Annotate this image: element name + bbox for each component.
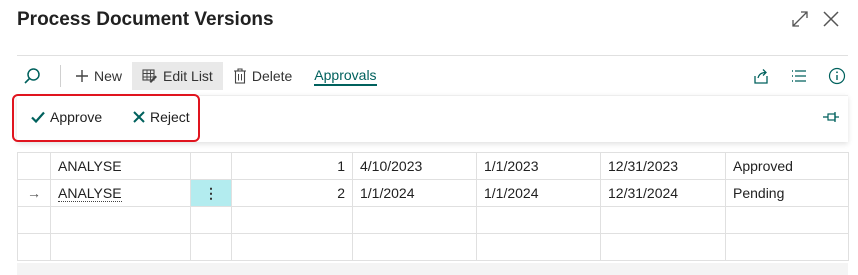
share-icon[interactable] [750, 65, 772, 87]
toolbar-separator [60, 65, 61, 87]
trash-icon [233, 68, 247, 84]
grid-footer [17, 263, 848, 275]
close-icon[interactable] [820, 8, 842, 30]
empty-row[interactable] [17, 233, 849, 261]
date-cell[interactable]: 1/1/2024 [352, 179, 477, 207]
info-icon[interactable] [826, 65, 848, 87]
delete-button[interactable]: Delete [223, 62, 302, 90]
header-divider [17, 55, 848, 56]
version-cell[interactable]: 2 [231, 179, 353, 207]
approve-button[interactable]: Approve [31, 109, 102, 125]
end-date-cell[interactable]: 12/31/2023 [600, 152, 726, 180]
status-cell[interactable]: Approved [725, 152, 849, 180]
empty-row[interactable] [17, 206, 849, 234]
list-view-icon[interactable] [788, 65, 810, 87]
approvals-action-bar: Approve Reject [12, 94, 848, 142]
approvals-tab-label: Approvals [314, 67, 377, 86]
x-icon [133, 111, 145, 123]
edit-list-button[interactable]: Edit List [132, 62, 223, 90]
edit-list-label: Edit List [163, 68, 213, 84]
page-title: Process Document Versions [17, 9, 274, 30]
checkmark-icon [31, 111, 45, 123]
date-cell[interactable]: 4/10/2023 [352, 152, 477, 180]
version-cell[interactable]: 1 [231, 152, 353, 180]
code-link[interactable]: ANALYSE [58, 185, 122, 202]
new-button[interactable]: New [65, 62, 132, 90]
pin-icon[interactable] [822, 110, 840, 129]
row-indicator [17, 152, 51, 180]
tab-approvals[interactable]: Approvals [302, 62, 386, 90]
menu-cell [190, 152, 232, 180]
document-versions-table: ANALYSE 1 4/10/2023 1/1/2023 12/31/2023 … [17, 152, 849, 261]
start-date-cell[interactable]: 1/1/2024 [476, 179, 601, 207]
delete-button-label: Delete [251, 68, 293, 84]
edit-list-icon [142, 68, 158, 84]
plus-icon [75, 69, 89, 83]
expand-icon[interactable] [789, 8, 811, 30]
row-indicator-arrow: → [17, 179, 51, 207]
action-toolbar: New Edit List Delete Approvals [17, 62, 848, 90]
start-date-cell[interactable]: 1/1/2023 [476, 152, 601, 180]
status-cell[interactable]: Pending [725, 179, 849, 207]
reject-button[interactable]: Reject [133, 109, 190, 125]
row-menu-icon[interactable]: ⋮ [190, 179, 232, 207]
code-cell[interactable]: ANALYSE [50, 152, 191, 180]
new-button-label: New [94, 68, 123, 84]
approve-label: Approve [50, 109, 103, 125]
code-cell[interactable]: ANALYSE [50, 179, 191, 207]
table-row[interactable]: → ANALYSE ⋮ 2 1/1/2024 1/1/2024 12/31/20… [17, 179, 849, 207]
search-button[interactable] [17, 62, 56, 90]
search-icon [23, 67, 41, 85]
reject-label: Reject [150, 109, 190, 125]
end-date-cell[interactable]: 12/31/2024 [600, 179, 726, 207]
table-row[interactable]: ANALYSE 1 4/10/2023 1/1/2023 12/31/2023 … [17, 152, 849, 180]
